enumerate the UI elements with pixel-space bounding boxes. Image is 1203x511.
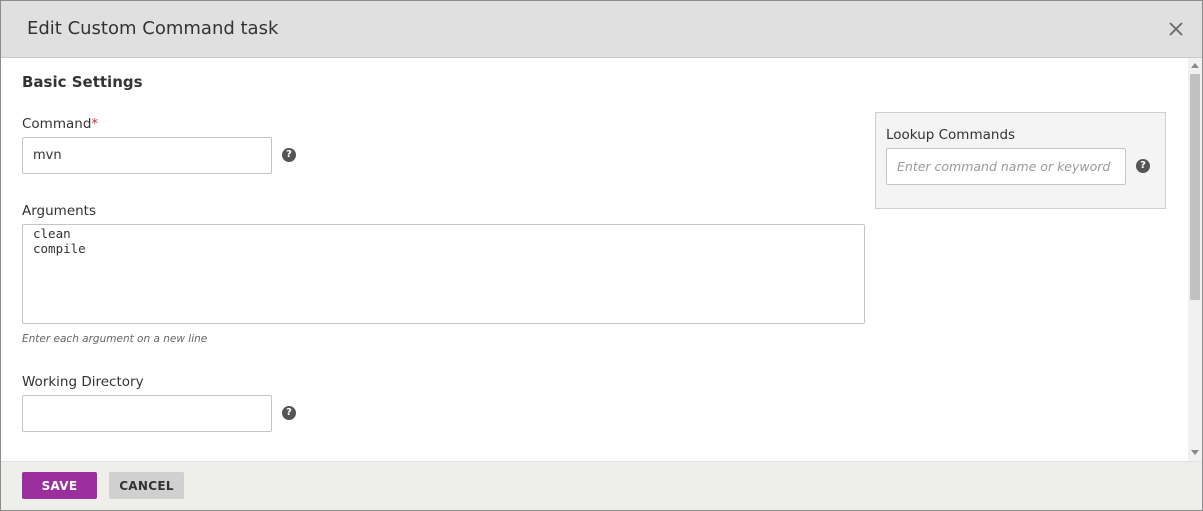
scroll-down-arrow-icon[interactable] [1191, 450, 1199, 455]
command-label: Command* [22, 116, 98, 132]
command-label-text: Command [22, 116, 92, 132]
cancel-button[interactable]: CANCEL [109, 472, 184, 499]
lookup-commands-panel: Lookup Commands ? [875, 112, 1166, 209]
lookup-search-input[interactable] [886, 148, 1126, 185]
question-circle-icon[interactable]: ? [282, 406, 296, 420]
working-directory-label: Working Directory [22, 374, 144, 390]
body-scrollbar[interactable] [1188, 58, 1202, 461]
required-marker: * [91, 116, 99, 132]
scroll-thumb[interactable] [1190, 74, 1200, 300]
arguments-textarea[interactable] [22, 224, 865, 324]
edit-task-dialog: Edit Custom Command task Basic Settings … [0, 0, 1203, 511]
scroll-up-arrow-icon[interactable] [1191, 63, 1199, 68]
dialog-header: Edit Custom Command task [1, 1, 1202, 58]
close-icon[interactable] [1164, 17, 1188, 41]
working-directory-input[interactable] [22, 395, 272, 432]
dialog-body: Basic Settings Command* ? Arguments Ente… [1, 58, 1188, 461]
dialog-title: Edit Custom Command task [27, 18, 279, 39]
section-title-basic-settings: Basic Settings [22, 73, 143, 91]
command-input[interactable] [22, 137, 272, 174]
arguments-label: Arguments [22, 203, 97, 219]
dialog-footer: SAVE CANCEL [1, 461, 1202, 510]
lookup-commands-label: Lookup Commands [886, 127, 1016, 143]
question-circle-icon[interactable]: ? [282, 148, 296, 162]
save-button[interactable]: SAVE [22, 472, 97, 499]
arguments-hint: Enter each argument on a new line [22, 333, 208, 345]
question-circle-icon[interactable]: ? [1136, 159, 1150, 173]
